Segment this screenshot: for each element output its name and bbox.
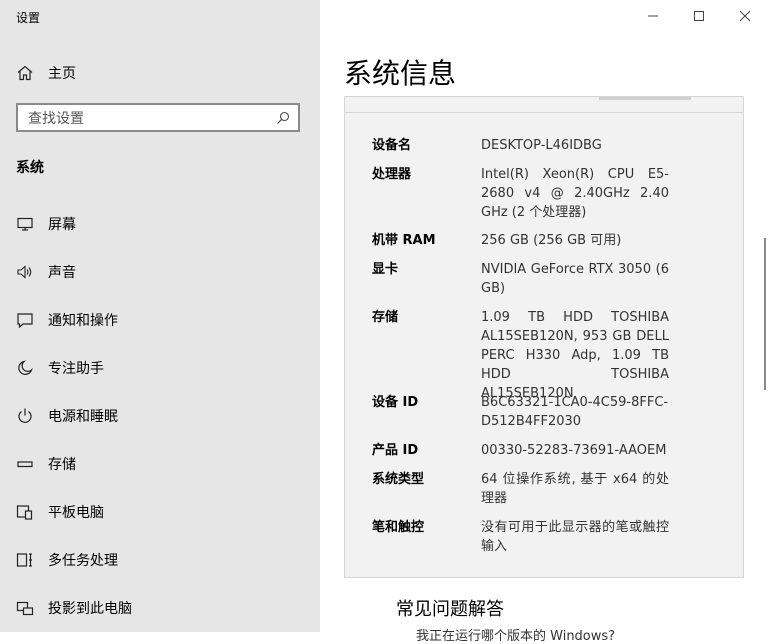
spec-value: DESKTOP-L46IDBG bbox=[481, 138, 602, 153]
spec-value: Intel(R) Xeon(R) CPU E5-2680 v4 @ 2.40GH… bbox=[481, 167, 669, 220]
sidebar-item-label: 存储 bbox=[48, 457, 76, 473]
sidebar: 设置 主页 查找设置 系统 屏幕 声音 通知和操作 专注助手 电源和睡眠 存储 … bbox=[0, 0, 320, 632]
search-box[interactable]: 查找设置 bbox=[16, 103, 300, 132]
spec-key: 系统类型 bbox=[372, 472, 425, 487]
scrollbar-thumb[interactable] bbox=[764, 238, 766, 390]
sidebar-item-power[interactable]: 电源和睡眠 bbox=[0, 392, 320, 440]
spec-value: 1.09 TB HDD TOSHIBA AL15SEB120N, 953 GB … bbox=[481, 310, 669, 401]
sidebar-item-label: 声音 bbox=[48, 265, 76, 281]
tablet-icon bbox=[16, 505, 33, 520]
spec-value: B6C63321-1CA0-4C59-8FFC-D512B4FF2030 bbox=[481, 395, 669, 429]
notification-icon bbox=[17, 313, 33, 329]
power-icon bbox=[18, 408, 32, 423]
sidebar-item-sound[interactable]: 声音 bbox=[0, 248, 320, 296]
divider bbox=[345, 112, 743, 113]
spec-key: 存储 bbox=[372, 310, 399, 325]
spec-value: NVIDIA GeForce RTX 3050 (6 GB) bbox=[481, 262, 669, 296]
section-title: 系统 bbox=[16, 160, 44, 176]
search-icon[interactable] bbox=[276, 111, 290, 125]
home-label: 主页 bbox=[48, 66, 76, 82]
spec-value: 64 位操作系统, 基于 x64 的处理器 bbox=[481, 472, 669, 506]
storage-icon bbox=[17, 461, 33, 468]
sidebar-item-tablet[interactable]: 平板电脑 bbox=[0, 488, 320, 536]
minimize-icon bbox=[648, 15, 658, 17]
spec-value: 没有可用于此显示器的笔或触控输入 bbox=[481, 520, 669, 554]
close-icon bbox=[739, 10, 751, 22]
sidebar-item-label: 通知和操作 bbox=[48, 313, 118, 329]
sidebar-item-focus-assist[interactable]: 专注助手 bbox=[0, 344, 320, 392]
app-title: 设置 bbox=[16, 11, 41, 25]
speaker-icon bbox=[17, 265, 32, 279]
project-icon bbox=[16, 601, 34, 616]
sidebar-item-project[interactable]: 投影到此电脑 bbox=[0, 584, 320, 632]
sidebar-item-multitasking[interactable]: 多任务处理 bbox=[0, 536, 320, 584]
faq-heading: 常见问题解答 bbox=[396, 599, 504, 620]
spec-key: 笔和触控 bbox=[372, 520, 425, 535]
sidebar-item-label: 专注助手 bbox=[48, 361, 104, 377]
page-title: 系统信息 bbox=[344, 57, 457, 90]
sidebar-item-notifications[interactable]: 通知和操作 bbox=[0, 296, 320, 344]
minimize-button[interactable] bbox=[630, 0, 676, 32]
spec-key: 处理器 bbox=[372, 167, 412, 182]
sidebar-item-label: 多任务处理 bbox=[48, 553, 118, 569]
spec-key: 机带 RAM bbox=[372, 233, 436, 248]
sidebar-item-display[interactable]: 屏幕 bbox=[0, 200, 320, 248]
sidebar-item-label: 平板电脑 bbox=[48, 505, 104, 521]
faq-link[interactable]: 我正在运行哪个版本的 Windows? bbox=[416, 625, 615, 644]
sidebar-nav: 屏幕 声音 通知和操作 专注助手 电源和睡眠 存储 平板电脑 多任务处理 投影到… bbox=[0, 200, 320, 632]
spec-key: 设备 ID bbox=[372, 395, 419, 410]
maximize-button[interactable] bbox=[676, 0, 722, 32]
home-icon bbox=[17, 65, 33, 81]
maximize-icon bbox=[694, 11, 704, 21]
sidebar-item-label: 电源和睡眠 bbox=[48, 409, 118, 425]
main-content: 系统信息 设备名 DESKTOP-L46IDBG 处理器 Intel(R) Xe… bbox=[320, 0, 768, 644]
sidebar-item-label: 投影到此电脑 bbox=[48, 601, 132, 617]
spec-key: 设备名 bbox=[372, 138, 412, 153]
spec-value: 256 GB (256 GB 可用) bbox=[481, 233, 622, 248]
spec-value: 00330-52283-73691-AAOEM bbox=[481, 443, 667, 458]
close-button[interactable] bbox=[722, 0, 768, 32]
search-input[interactable]: 查找设置 bbox=[28, 108, 276, 128]
multitask-icon bbox=[16, 553, 32, 567]
moon-icon bbox=[18, 360, 33, 375]
home-nav-item[interactable]: 主页 bbox=[16, 60, 306, 86]
spec-key: 显卡 bbox=[372, 262, 399, 277]
sidebar-item-label: 屏幕 bbox=[48, 217, 76, 233]
window-controls bbox=[630, 0, 768, 32]
scroll-tab-hint bbox=[599, 97, 691, 100]
sidebar-item-storage[interactable]: 存储 bbox=[0, 440, 320, 488]
monitor-icon bbox=[17, 217, 33, 231]
spec-key: 产品 ID bbox=[372, 443, 419, 458]
